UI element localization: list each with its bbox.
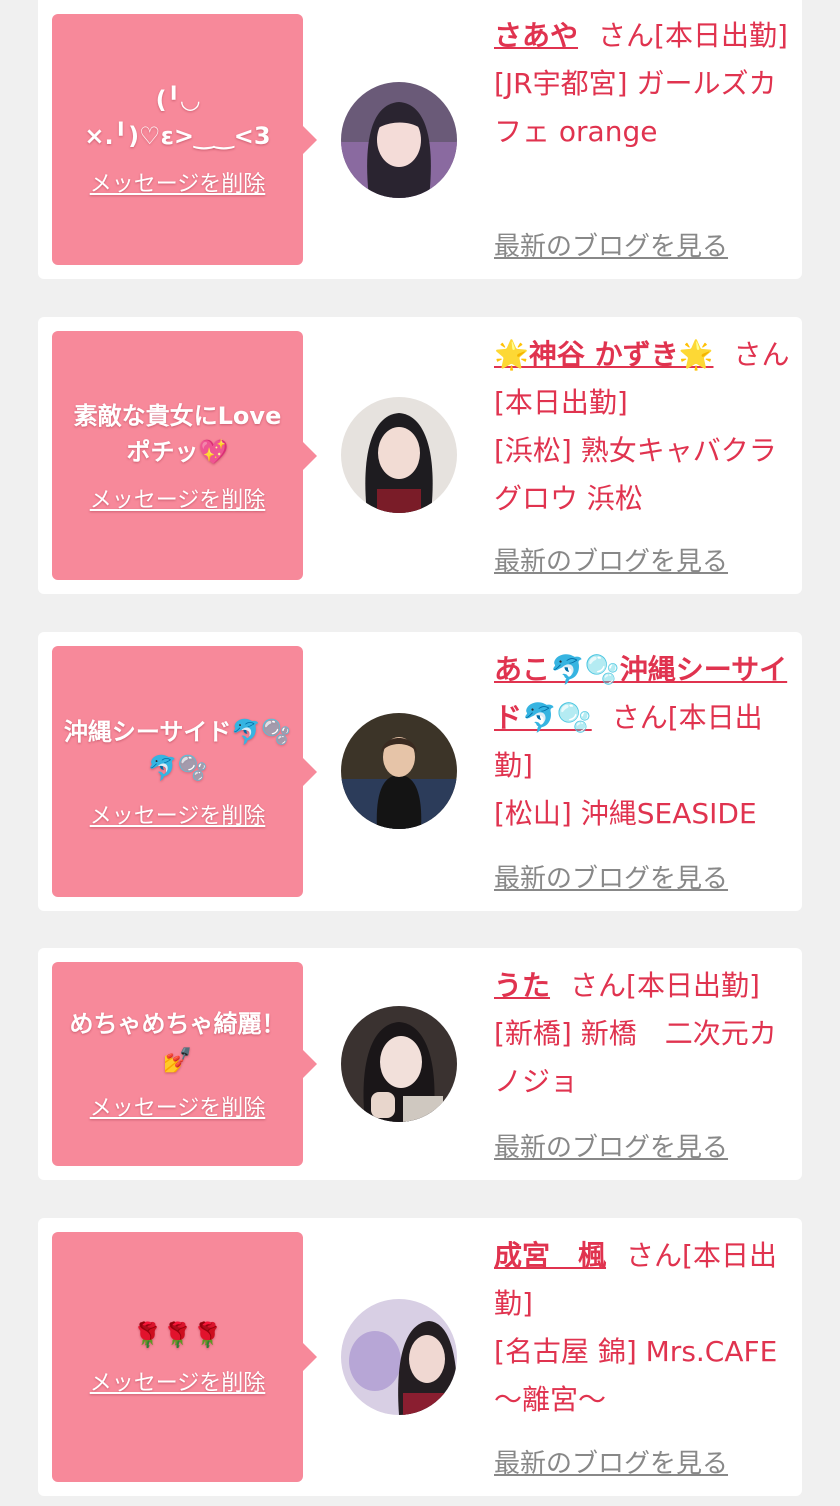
blog-link[interactable]: 最新のブログを見る [494, 1127, 728, 1164]
shop-name: [松山] 沖縄SEASIDE [494, 797, 757, 830]
message-bubble: めちゃめちゃ綺麗！💅 メッセージを削除 [52, 962, 317, 1166]
cast-info: 成宮 楓さん[本日出勤] [名古屋 錦] Mrs.CAFE～離宮～ [494, 1232, 790, 1424]
blog-link[interactable]: 最新のブログを見る [494, 541, 728, 578]
avatar[interactable] [341, 1006, 457, 1122]
avatar[interactable] [341, 397, 457, 513]
cast-name-link[interactable]: さあや [494, 19, 578, 52]
delete-message-link[interactable]: メッセージを削除 [90, 482, 266, 514]
message-bubble: 🌹🌹🌹 メッセージを削除 [52, 1232, 317, 1482]
cast-name-link[interactable]: 成宮 楓 [494, 1239, 606, 1272]
blog-link[interactable]: 最新のブログを見る [494, 226, 728, 263]
list-item: めちゃめちゃ綺麗！💅 メッセージを削除 うた さん[本日出勤] [新橋] 新橋 二… [38, 948, 802, 1180]
shop-name: [名古屋 錦] Mrs.CAFE～離宮～ [494, 1335, 778, 1416]
message-text: めちゃめちゃ綺麗！💅 [69, 1010, 286, 1074]
message-text: 🌹🌹🌹 [132, 1321, 223, 1349]
shop-name: [浜松] 熟女キャバクラグロウ 浜松 [494, 434, 777, 515]
avatar[interactable] [341, 82, 457, 198]
cast-name-link[interactable]: うた [494, 969, 550, 1002]
avatar[interactable] [341, 1299, 457, 1415]
delete-message-link[interactable]: メッセージを削除 [90, 798, 266, 830]
blog-link[interactable]: 最新のブログを見る [494, 858, 728, 895]
favorites-list: (╹◡ ×.╹)♡ε>‿‿<3 メッセージを削除 さあや さん[本日出勤] [JR… [0, 0, 840, 1506]
cast-name-link[interactable]: 🌟神谷 かずき🌟 [494, 338, 713, 371]
message-text: 沖縄シーサイド🐬🫧🐬🫧 [63, 717, 292, 782]
cast-status: さん[本日出勤] [598, 19, 788, 52]
shop-name: [新橋] 新橋 二次元カノジョ [494, 1017, 777, 1098]
message-bubble: 沖縄シーサイド🐬🫧🐬🫧 メッセージを削除 [52, 646, 317, 897]
message-bubble: (╹◡ ×.╹)♡ε>‿‿<3 メッセージを削除 [52, 14, 317, 265]
cast-info: さあや さん[本日出勤] [JR宇都宮] ガールズカフェ orange [494, 12, 790, 156]
list-item: (╹◡ ×.╹)♡ε>‿‿<3 メッセージを削除 さあや さん[本日出勤] [JR… [38, 0, 802, 279]
blog-link[interactable]: 最新のブログを見る [494, 1443, 728, 1480]
cast-info: うた さん[本日出勤] [新橋] 新橋 二次元カノジョ [494, 962, 790, 1106]
shop-name: [JR宇都宮] ガールズカフェ orange [494, 67, 777, 148]
cast-info: 🌟神谷 かずき🌟 さん[本日出勤] [浜松] 熟女キャバクラグロウ 浜松 [494, 331, 790, 523]
avatar[interactable] [341, 713, 457, 829]
message-text: (╹◡ ×.╹)♡ε>‿‿<3 [84, 85, 271, 150]
delete-message-link[interactable]: メッセージを削除 [90, 1090, 266, 1122]
cast-info: あこ🐬🫧沖縄シーサイド🐬🫧 さん[本日出勤] [松山] 沖縄SEASIDE [494, 646, 790, 838]
list-item: 沖縄シーサイド🐬🫧🐬🫧 メッセージを削除 あこ🐬🫧沖縄シーサイド🐬🫧 さん[本日出… [38, 632, 802, 911]
delete-message-link[interactable]: メッセージを削除 [90, 1365, 266, 1397]
list-item: 🌹🌹🌹 メッセージを削除 成宮 楓さん[本日出勤] [名古屋 錦] Mrs.CA… [38, 1218, 802, 1496]
list-item: 素敵な貴女にLoveポチッ💖 メッセージを削除 🌟神谷 かずき🌟 さん[本日出勤]… [38, 317, 802, 594]
message-bubble: 素敵な貴女にLoveポチッ💖 メッセージを削除 [52, 331, 317, 580]
message-text: 素敵な貴女にLoveポチッ💖 [73, 401, 282, 466]
cast-status: さん[本日出勤] [570, 969, 760, 1002]
delete-message-link[interactable]: メッセージを削除 [90, 166, 266, 198]
